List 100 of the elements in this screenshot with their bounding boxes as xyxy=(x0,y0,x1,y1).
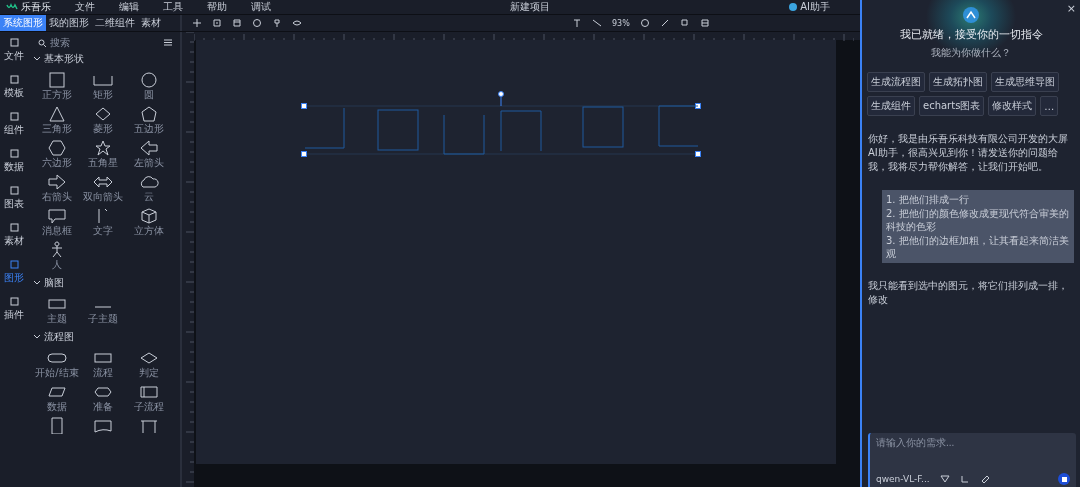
tab[interactable]: 我的图形 xyxy=(46,15,92,31)
assistant-message: 你好，我是由乐吾乐科技有限公司开发的大屏AI助手，很高兴见到你！请发送你的问题给我，我将尽力帮你解答，让我们开始吧。 xyxy=(867,132,1069,174)
square-icon xyxy=(9,186,19,195)
section-header[interactable]: 流程图 xyxy=(34,330,180,344)
sidebar-item[interactable]: 文件 xyxy=(4,38,24,63)
shape-label: 双向箭头 xyxy=(83,190,123,204)
assistant-icon xyxy=(789,3,798,11)
suggestion-chip[interactable]: 生成组件 xyxy=(867,96,915,116)
square-icon xyxy=(9,223,19,232)
square-icon xyxy=(9,38,19,47)
shape-icon[interactable] xyxy=(138,70,160,88)
shape-icon[interactable] xyxy=(46,172,68,190)
shape-label: 菱形 xyxy=(93,122,113,136)
layout-icon[interactable] xyxy=(699,18,710,28)
copy-icon[interactable] xyxy=(679,18,690,28)
pin-icon[interactable] xyxy=(272,18,282,28)
shape-label: 五边形 xyxy=(134,122,164,136)
shape-icon[interactable] xyxy=(46,138,68,156)
document-title: 新建项目 xyxy=(510,0,551,14)
shape-label: 矩形 xyxy=(93,88,113,102)
sidebar-item[interactable]: 组件 xyxy=(4,112,24,137)
shape-label: 流程 xyxy=(93,366,113,380)
shape-icon[interactable] xyxy=(138,206,160,224)
sidebar-item[interactable]: 模板 xyxy=(4,75,24,100)
sidebar-item[interactable]: 图形 xyxy=(4,260,24,285)
shape-label: 左箭头 xyxy=(134,156,164,170)
square-icon xyxy=(9,75,19,84)
shape-label: 开始/结束 xyxy=(35,366,79,380)
shape-label: 人 xyxy=(52,258,62,272)
shape-label: 准备 xyxy=(93,400,113,414)
search-field[interactable]: 搜索 xyxy=(50,37,140,48)
shape-label: 三角形 xyxy=(42,122,72,136)
tab[interactable]: 系统图形 xyxy=(0,15,46,31)
zoom-level[interactable]: 93% xyxy=(612,18,630,28)
search-icon xyxy=(38,38,46,47)
suggestion-chip[interactable]: 生成思维导图 xyxy=(991,72,1059,92)
menu-item[interactable]: 帮助 xyxy=(207,0,227,14)
tab[interactable]: 二维组件 xyxy=(92,15,138,31)
suggestion-chip[interactable]: 生成流程图 xyxy=(867,72,925,92)
add-icon[interactable] xyxy=(192,18,202,28)
line-icon[interactable] xyxy=(592,18,602,28)
shape-label: 子流程 xyxy=(134,400,164,414)
app-name: 乐吾乐 xyxy=(21,0,51,14)
menu-item[interactable]: 文件 xyxy=(75,0,95,14)
suggestion-chip[interactable]: 修改样式 xyxy=(988,96,1037,116)
shape-icon[interactable] xyxy=(138,104,160,122)
square-icon xyxy=(9,112,19,121)
chevron-icon xyxy=(34,335,40,339)
close-button[interactable]: × xyxy=(1066,2,1076,15)
suggestion-chip[interactable]: 生成拓扑图 xyxy=(929,72,987,92)
frame-icon[interactable] xyxy=(232,18,242,28)
shape-label: 消息框 xyxy=(42,224,72,238)
square-icon xyxy=(9,297,19,306)
shape-label: 判定 xyxy=(139,366,159,380)
shape-label: 右箭头 xyxy=(42,190,72,204)
shape-icon[interactable] xyxy=(46,104,68,122)
shape-label: 文字 xyxy=(93,224,113,238)
shape-label: 圆 xyxy=(144,88,154,102)
shape-icon[interactable] xyxy=(46,206,68,224)
shape-label: 数据 xyxy=(47,400,67,414)
chat-input-field[interactable]: 请输入你的需求... xyxy=(876,437,1056,448)
shape-label: 六边形 xyxy=(42,156,72,170)
sidebar-item[interactable]: 插件 xyxy=(4,297,24,322)
logo-icon xyxy=(6,3,18,11)
chevron-icon xyxy=(34,57,40,61)
sidebar-item[interactable]: 素材 xyxy=(4,223,24,248)
menu-item[interactable]: 工具 xyxy=(163,0,183,14)
message-line: 1. 把他们排成一行 xyxy=(886,193,970,206)
tab[interactable]: 素材 xyxy=(138,15,164,31)
text-icon[interactable] xyxy=(572,18,582,28)
suggestion-chip[interactable]: … xyxy=(1040,96,1059,116)
square-icon xyxy=(9,260,19,269)
sidebar-item[interactable]: 图表 xyxy=(4,186,24,211)
filter-icon[interactable] xyxy=(939,474,950,484)
shape-label: 五角星 xyxy=(88,156,118,170)
subtitle-text: 我能为你做什么？ xyxy=(931,46,1011,60)
shape-icon[interactable] xyxy=(138,138,160,156)
menu-item[interactable]: 编辑 xyxy=(119,0,139,14)
shape-label: 立方体 xyxy=(134,224,164,238)
shape-label: 子主题 xyxy=(88,312,118,326)
menu-icon[interactable] xyxy=(164,39,172,46)
message-line: 3. 把他们的边框加粗，让其看起来简洁美观 xyxy=(886,234,1070,260)
suggestion-chip[interactable]: echarts图表 xyxy=(919,96,985,116)
shape-label: 云 xyxy=(144,190,154,204)
model-selector[interactable]: qwen-VL-F... xyxy=(876,474,930,484)
chevron-icon xyxy=(34,281,40,285)
section-header[interactable]: 脑图 xyxy=(34,276,180,290)
menu-item[interactable]: 调试 xyxy=(251,0,271,14)
assistant-message: 我只能看到选中的图元，将它们排列成一排，修改 xyxy=(867,279,1069,307)
message-line: 2. 把他们的颜色修改成更现代符合审美的科技的色彩 xyxy=(886,207,1070,233)
sidebar-item[interactable]: 数据 xyxy=(4,149,24,174)
shape-label: 正方形 xyxy=(42,88,72,102)
pen-icon[interactable] xyxy=(659,18,670,28)
square-icon xyxy=(9,149,19,158)
assistant-button[interactable]: AI助手 xyxy=(800,0,830,14)
shape-label: 主题 xyxy=(47,312,67,326)
eraser-icon[interactable] xyxy=(979,474,990,484)
section-header[interactable]: 基本形状 xyxy=(34,52,180,66)
assistant-logo-icon xyxy=(963,7,979,23)
stop-button[interactable] xyxy=(1058,473,1070,485)
